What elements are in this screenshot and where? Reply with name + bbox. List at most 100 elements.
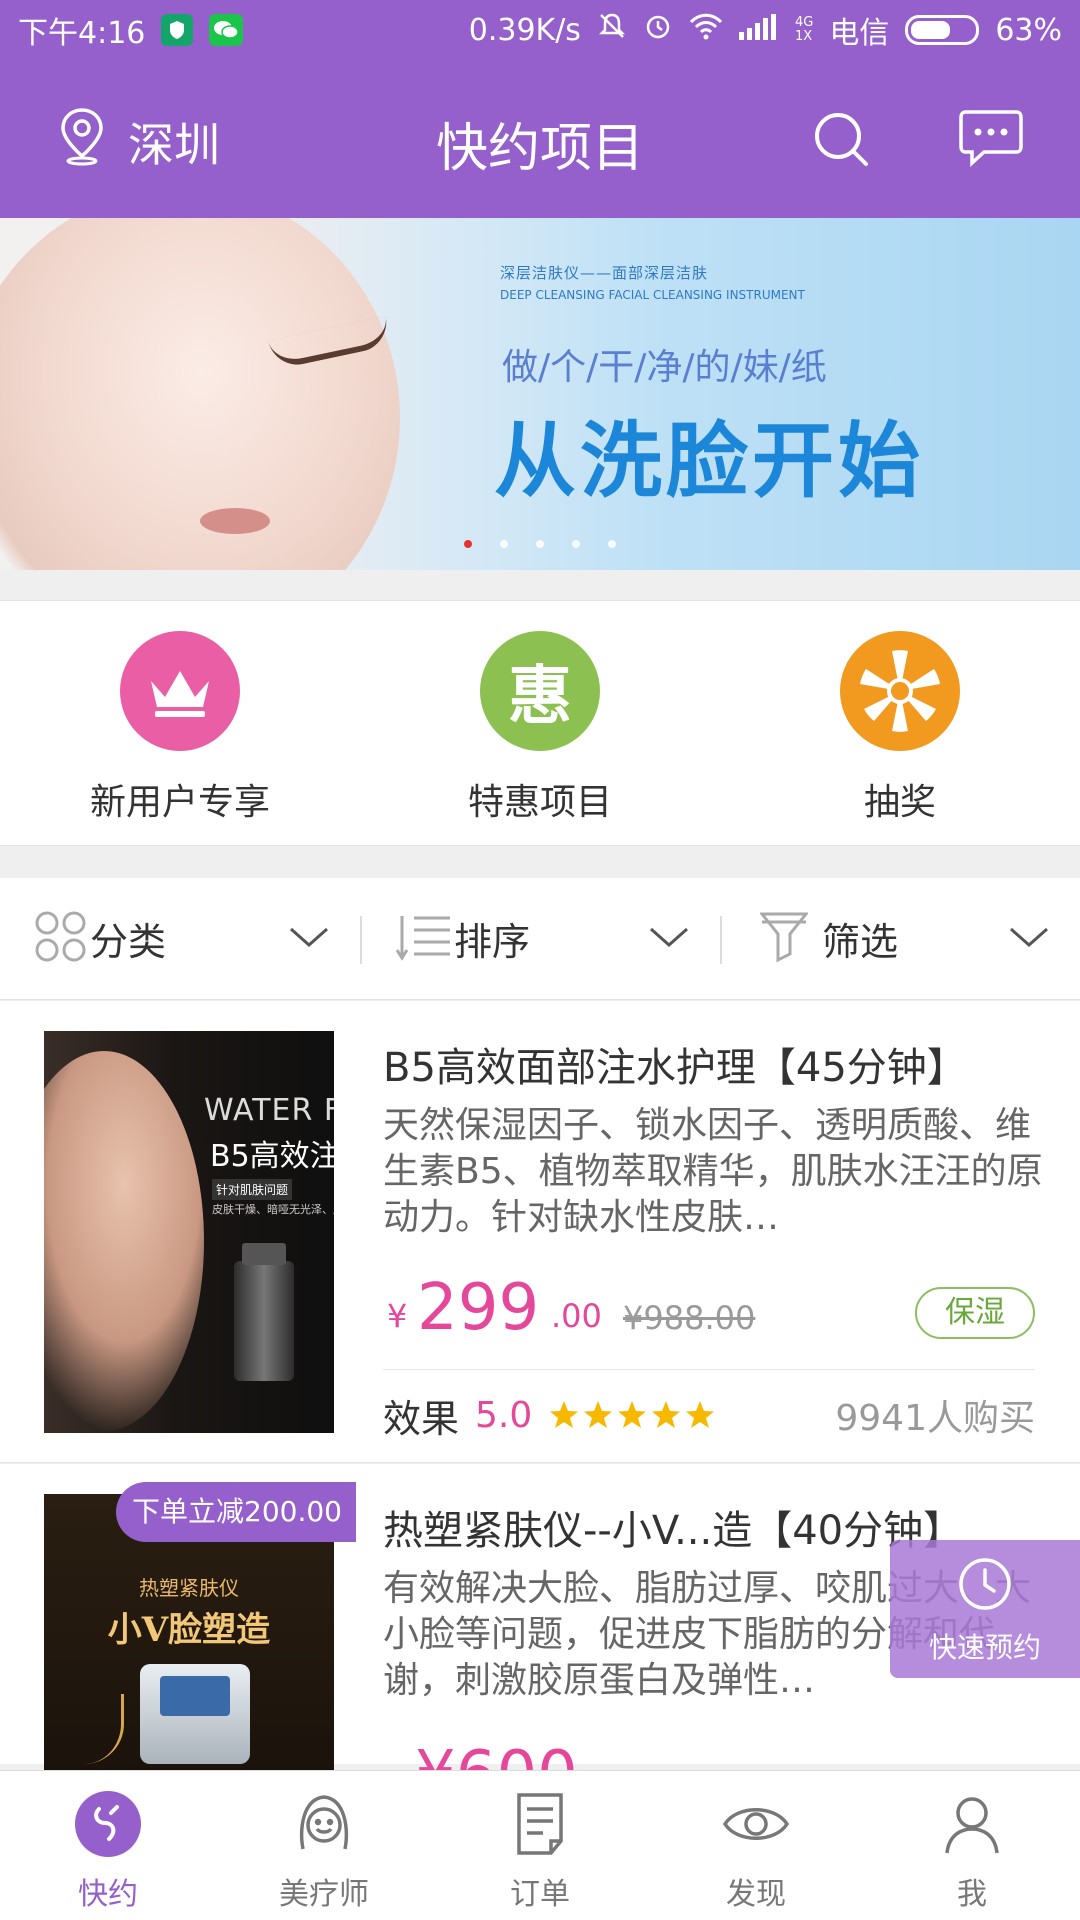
divider: [383, 1369, 1035, 1370]
price-row: ¥ 299 .00 ¥988.00 保湿: [383, 1267, 1035, 1345]
tab-orders[interactable]: 订单: [432, 1771, 648, 1920]
rating-label: 效果: [383, 1396, 460, 1441]
thumb-text: WATER F: [204, 1093, 334, 1128]
filter-screen-label: 筛选: [822, 920, 899, 964]
banner-subtitle-en: DEEP CLEANSING FACIAL CLEANSING INSTRUME…: [500, 288, 805, 302]
chevron-down-icon: [648, 925, 690, 953]
product-title: B5高效面部注水护理【45分钟】: [383, 1045, 967, 1091]
thumb-text: 小V脸塑造: [107, 1610, 271, 1650]
thumb-text: B5高效注: [210, 1139, 334, 1174]
quick-entry-label: 特惠项目: [467, 782, 612, 823]
thumb-bottle: [234, 1261, 294, 1381]
star-icon: [584, 1401, 613, 1428]
filter-category-label: 分类: [90, 920, 167, 964]
discount-hui-glyph: 惠: [508, 659, 572, 734]
tab-me[interactable]: 我: [864, 1771, 1080, 1920]
banner-dot[interactable]: [500, 540, 508, 548]
sort-list-icon: [394, 912, 452, 966]
filter-sort[interactable]: 排序: [360, 878, 720, 999]
banner-dot[interactable]: [572, 540, 580, 548]
tab-label: 快约: [78, 1877, 138, 1912]
banner-line1: 做/个/干/净/的/妹/纸: [502, 347, 827, 388]
banner-pagination[interactable]: [464, 540, 616, 548]
order-icon: [505, 1789, 575, 1863]
therapist-icon: [289, 1789, 359, 1863]
message-icon: [958, 110, 1024, 172]
banner-subtitle-cn: 深层洁肤仪——面部深层洁肤: [500, 264, 709, 282]
tab-label: 订单: [510, 1877, 570, 1912]
status-bar: 下午4:16 0.39K/s 4G 1X 电信 63%: [0, 0, 1080, 60]
alarm-icon: [643, 11, 673, 49]
quick-entry-lottery[interactable]: 抽奖: [720, 601, 1080, 845]
quick-entry-special-offers[interactable]: 惠 特惠项目: [360, 601, 720, 845]
thumb-face-outline: [64, 1694, 124, 1764]
quick-entry-label: 抽奖: [863, 782, 936, 823]
original-price: ¥988.00: [623, 1299, 756, 1337]
battery-percent: 63%: [995, 12, 1062, 48]
rating-stars: [548, 1399, 716, 1431]
category-grid-icon: [34, 910, 88, 968]
thumb-text: 皮肤干燥、暗哑无光泽、皮肤: [212, 1203, 334, 1216]
security-app-icon: [161, 14, 194, 46]
filter-sort-label: 排序: [454, 920, 531, 964]
filter-category[interactable]: 分类: [0, 878, 360, 999]
battery-icon: [905, 15, 980, 45]
product-thumbnail: WATER F B5高效注 针对肌肤问题 皮肤干燥、暗哑无光泽、皮肤: [44, 1031, 334, 1433]
tab-discover[interactable]: 发现: [648, 1771, 864, 1920]
clock-icon: [957, 1556, 1013, 1616]
price-symbol: ¥: [387, 1297, 408, 1335]
top-nav-bar: 深圳 快约项目: [0, 60, 1080, 218]
banner-dot[interactable]: [464, 540, 472, 548]
chevron-down-icon: [288, 925, 330, 953]
filter-bar: 分类 排序 筛选: [0, 878, 1080, 1000]
banner-dot[interactable]: [608, 540, 616, 548]
buyer-count: 9941人购买: [835, 1398, 1035, 1439]
thumb-text: 热塑紧肤仪: [139, 1576, 239, 1600]
thumb-model-image: [44, 1051, 204, 1431]
rating-row: 效果 5.0 9941人购买: [383, 1385, 1035, 1445]
wifi-icon: [689, 12, 723, 48]
discount-badge: 下单立减200.00: [116, 1482, 356, 1542]
quick-entries: 新用户专享 惠 特惠项目 抽奖: [0, 600, 1080, 846]
product-tag: 保湿: [915, 1287, 1035, 1339]
tab-quick-booking[interactable]: 快约: [0, 1771, 216, 1920]
banner-headline: 从洗脸开始: [494, 414, 925, 509]
banner-lips-decoration: [200, 508, 270, 534]
quick-entry-new-user[interactable]: 新用户专享: [0, 601, 360, 845]
price-decimal: .00: [551, 1297, 602, 1335]
bottom-tab-bar: 快约 美疗师 订单 发现 我: [0, 1770, 1080, 1920]
tab-label: 美疗师: [279, 1877, 369, 1912]
discover-eye-icon: [721, 1789, 791, 1863]
promo-banner[interactable]: 深层洁肤仪——面部深层洁肤 DEEP CLEANSING FACIAL CLEA…: [0, 218, 1080, 570]
thumb-bottle-cap: [242, 1243, 286, 1265]
message-button[interactable]: [958, 108, 1024, 172]
quick-booking-button[interactable]: 快速预约: [890, 1540, 1080, 1678]
network-sub: 1X: [794, 29, 813, 44]
thumb-device-screen: [160, 1676, 230, 1716]
lottery-wheel-icon: [840, 631, 960, 751]
product-description: 天然保湿因子、锁水因子、透明质酸、维生素B5、植物萃取精华，肌肤水汪汪的原动力。…: [383, 1105, 1043, 1238]
product-card[interactable]: WATER F B5高效注 针对肌肤问题 皮肤干燥、暗哑无光泽、皮肤 B5高效面…: [0, 1001, 1080, 1463]
filter-screen[interactable]: 筛选: [720, 878, 1080, 999]
star-icon: [652, 1401, 681, 1428]
quick-booking-label: 快速预约: [928, 1631, 1041, 1664]
price-integer: 299: [417, 1271, 540, 1345]
network-type: 4G: [794, 15, 814, 30]
star-icon: [618, 1401, 647, 1428]
profile-icon: [937, 1789, 1007, 1863]
star-icon: [686, 1401, 715, 1428]
mute-icon: [597, 11, 627, 49]
status-time: 下午4:16: [18, 16, 146, 51]
star-icon: [550, 1401, 579, 1428]
price-peek: ¥600: [415, 1740, 578, 1770]
search-button[interactable]: [810, 108, 874, 176]
network-speed: 0.39K/s: [468, 12, 581, 48]
product-title: 热塑紧肤仪--小V...造【40分钟】: [383, 1508, 964, 1554]
carrier-name: 电信: [829, 16, 890, 51]
search-icon: [810, 113, 874, 176]
discount-hui-icon: 惠: [480, 631, 600, 751]
banner-dot[interactable]: [536, 540, 544, 548]
quick-entry-label: 新用户专享: [89, 782, 270, 823]
quick-booking-icon: [73, 1789, 143, 1863]
tab-therapist[interactable]: 美疗师: [216, 1771, 432, 1920]
